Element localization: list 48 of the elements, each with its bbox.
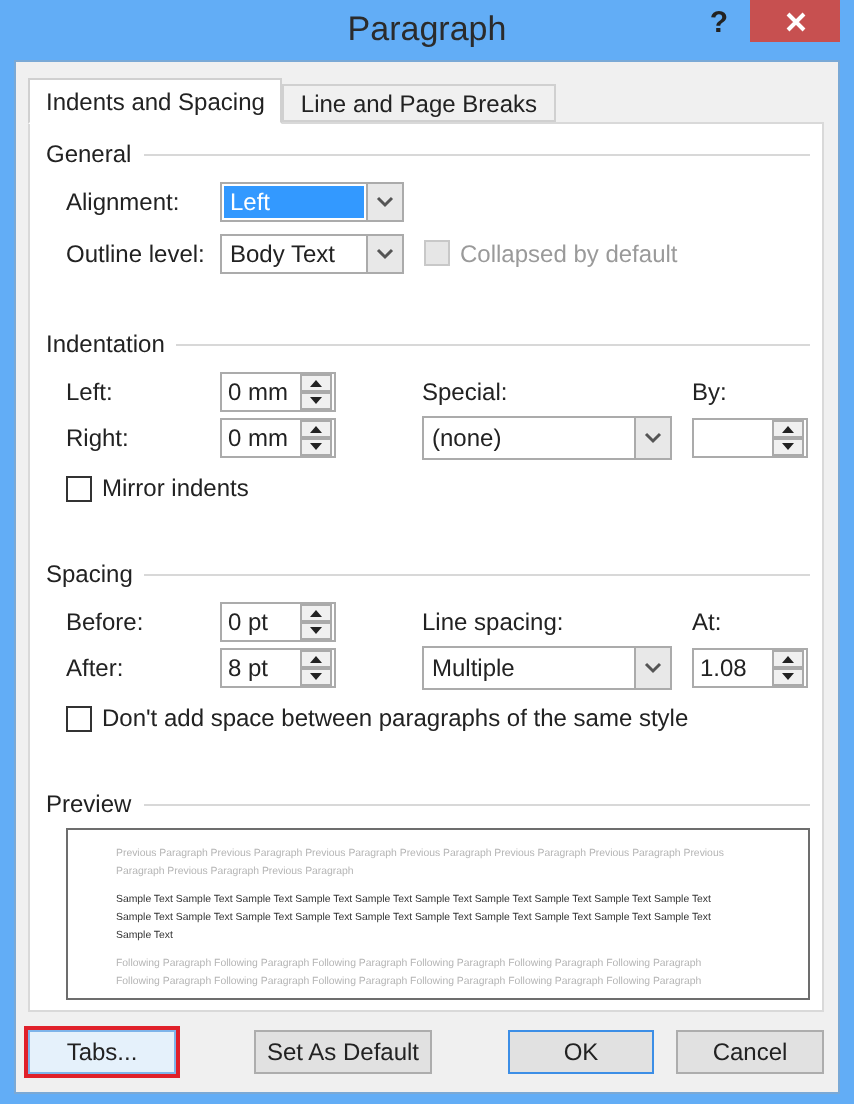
checkbox-label: Mirror indents xyxy=(102,474,249,502)
help-button[interactable]: ? xyxy=(701,6,736,40)
checkbox[interactable] xyxy=(66,475,92,501)
section-heading: Preview xyxy=(46,790,132,818)
field-label: Right: xyxy=(66,424,131,452)
dropdown[interactable]: Multiple xyxy=(422,646,672,690)
up-down-arrows-icon[interactable] xyxy=(772,650,804,686)
field-label: Line spacing: xyxy=(422,607,566,635)
field-label: Alignment: xyxy=(66,187,182,215)
chevron-down-icon[interactable] xyxy=(376,195,394,207)
up-down-arrows-icon[interactable] xyxy=(300,603,332,639)
field-label: After: xyxy=(66,654,126,682)
checkbox-label: Collapsed by default xyxy=(460,239,678,267)
field-label: Special: xyxy=(422,377,510,405)
field-label: At: xyxy=(692,607,724,635)
spin-field[interactable]: 8 pt xyxy=(220,648,336,688)
up-down-arrows-icon[interactable] xyxy=(300,420,332,456)
dialog-button[interactable]: Cancel xyxy=(676,1030,824,1074)
dialog-button[interactable]: OK xyxy=(508,1030,654,1074)
spin-field[interactable] xyxy=(692,418,808,458)
close-button[interactable] xyxy=(750,0,840,42)
field-label: Left: xyxy=(66,377,115,405)
field-label: Outline level: xyxy=(66,239,207,267)
spin-field[interactable]: 0 pt xyxy=(220,601,336,641)
dialog-button[interactable]: Tabs... xyxy=(28,1030,176,1074)
field-label: By: xyxy=(692,377,729,405)
dropdown[interactable]: (none) xyxy=(422,416,672,460)
field-label: Before: xyxy=(66,607,146,635)
dropdown[interactable]: Body Text xyxy=(220,233,404,273)
chevron-down-icon[interactable] xyxy=(376,247,394,259)
up-down-arrows-icon[interactable] xyxy=(772,420,804,456)
section-heading: Indentation xyxy=(46,330,165,358)
chevron-down-icon[interactable] xyxy=(644,662,662,674)
checkbox-label: Don't add space between paragraphs of the same style xyxy=(102,704,689,732)
section-heading: General xyxy=(46,140,132,168)
window-title: Paragraph xyxy=(347,10,507,50)
tab[interactable]: Indents and Spacing xyxy=(28,78,283,124)
close-icon[interactable] xyxy=(785,11,805,31)
tab[interactable]: Line and Page Breaks xyxy=(282,84,556,122)
up-down-arrows-icon[interactable] xyxy=(300,650,332,686)
spin-field[interactable]: 0 mm xyxy=(220,371,336,411)
spin-field[interactable]: 1.08 xyxy=(692,648,808,688)
section-heading: Spacing xyxy=(46,560,133,588)
spin-field[interactable]: 0 mm xyxy=(220,418,336,458)
up-down-arrows-icon[interactable] xyxy=(300,373,332,409)
chevron-down-icon[interactable] xyxy=(644,432,662,444)
checkbox[interactable] xyxy=(66,705,92,731)
dialog-button[interactable]: Set As Default xyxy=(254,1030,432,1074)
